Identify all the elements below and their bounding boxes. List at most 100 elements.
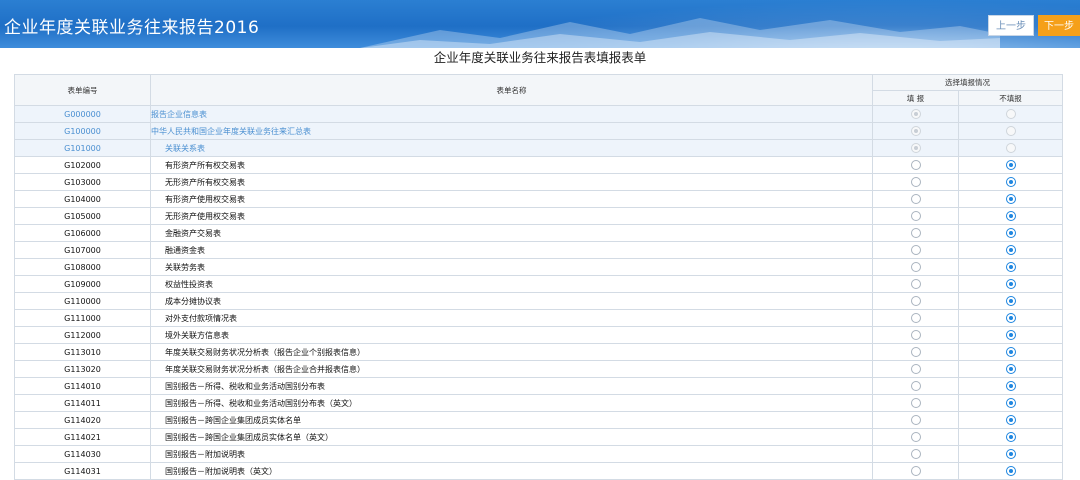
fill-radio-cell [872,377,959,395]
table-row: G103000 无形资产所有权交易表 [14,173,1063,191]
not-fill-radio[interactable] [1005,279,1016,289]
fill-radio[interactable] [910,449,921,459]
form-code-cell: G104000 [14,190,151,208]
form-name-cell: 年度关联交易财务状况分析表（报告企业合并报表信息） [150,360,873,378]
fill-radio[interactable] [910,228,921,238]
not-fill-radio[interactable] [1005,296,1016,306]
not-fill-radio[interactable] [1005,347,1016,357]
table-row: G105000 无形资产使用权交易表 [14,207,1063,225]
form-name-cell: 成本分摊协议表 [150,292,873,310]
form-name-cell: 国别报告－附加说明表 [150,445,873,463]
fill-radio-cell [872,428,959,446]
header-not-fill: 不填报 [958,90,1063,106]
not-fill-radio-cell [958,343,1063,361]
form-code-cell: G106000 [14,224,151,242]
form-code-cell: G114030 [14,445,151,463]
fill-radio[interactable] [910,245,921,255]
fill-radio[interactable] [910,347,921,357]
not-fill-radio-cell [958,309,1063,327]
fill-radio [910,126,921,136]
form-code-cell: G109000 [14,275,151,293]
fill-radio[interactable] [910,262,921,272]
fill-radio[interactable] [910,211,921,221]
header-mountain-graphic [360,18,1000,48]
table-row: G104000 有形资产使用权交易表 [14,190,1063,208]
not-fill-radio[interactable] [1005,449,1016,459]
not-fill-radio[interactable] [1005,330,1016,340]
form-name-cell: 国别报告－跨国企业集团成员实体名单（英文） [150,428,873,446]
form-code-cell: G114020 [14,411,151,429]
not-fill-radio[interactable] [1005,262,1016,272]
fill-radio-cell [872,173,959,191]
not-fill-radio[interactable] [1005,228,1016,238]
not-fill-radio[interactable] [1005,313,1016,323]
fill-radio[interactable] [910,432,921,442]
not-fill-radio[interactable] [1005,466,1016,476]
not-fill-radio[interactable] [1005,381,1016,391]
fill-radio[interactable] [910,364,921,374]
not-fill-radio-cell [958,173,1063,191]
not-fill-radio[interactable] [1005,245,1016,255]
form-name-cell[interactable]: 中华人民共和国企业年度关联业务往来汇总表 [150,122,873,140]
fill-radio-cell [872,122,959,140]
form-name-cell: 对外支付款项情况表 [150,309,873,327]
not-fill-radio-cell [958,190,1063,208]
form-code-cell: G114010 [14,377,151,395]
form-name-cell: 金融资产交易表 [150,224,873,242]
prev-step-button[interactable]: 上一步 [988,15,1034,36]
form-name-cell[interactable]: 关联关系表 [150,139,873,157]
form-name-cell: 年度关联交易财务状况分析表（报告企业个别报表信息） [150,343,873,361]
header-fill: 填 报 [872,90,959,106]
fill-radio[interactable] [910,381,921,391]
fill-radio[interactable] [910,466,921,476]
not-fill-radio[interactable] [1005,194,1016,204]
not-fill-radio-cell [958,105,1063,123]
fill-radio-cell [872,326,959,344]
not-fill-radio[interactable] [1005,432,1016,442]
not-fill-radio-cell [958,360,1063,378]
not-fill-radio[interactable] [1005,211,1016,221]
fill-radio[interactable] [910,160,921,170]
fill-radio[interactable] [910,313,921,323]
form-name-cell[interactable]: 报告企业信息表 [150,105,873,123]
fill-radio[interactable] [910,177,921,187]
app-title: 企业年度关联业务往来报告2016 [4,18,260,38]
form-code-cell[interactable]: G100000 [14,122,151,140]
form-code-cell: G113020 [14,360,151,378]
fill-radio[interactable] [910,296,921,306]
table-row: G113020 年度关联交易财务状况分析表（报告企业合并报表信息） [14,360,1063,378]
fill-radio[interactable] [910,330,921,340]
form-code-cell[interactable]: G000000 [14,105,151,123]
not-fill-radio-cell [958,241,1063,259]
fill-radio-cell [872,241,959,259]
form-code-cell: G114021 [14,428,151,446]
form-name-cell: 无形资产使用权交易表 [150,207,873,225]
fill-radio[interactable] [910,194,921,204]
not-fill-radio[interactable] [1005,177,1016,187]
fill-radio-cell [872,275,959,293]
table-row: G114020 国别报告－跨国企业集团成员实体名单 [14,411,1063,429]
form-code-cell: G114031 [14,462,151,480]
not-fill-radio-cell [958,139,1063,157]
not-fill-radio[interactable] [1005,398,1016,408]
table-row: G106000 金融资产交易表 [14,224,1063,242]
fill-radio[interactable] [910,415,921,425]
not-fill-radio[interactable] [1005,364,1016,374]
fill-radio[interactable] [910,398,921,408]
form-name-cell: 国别报告－附加说明表（英文） [150,462,873,480]
not-fill-radio-cell [958,377,1063,395]
fill-radio [910,109,921,119]
fill-radio-cell [872,207,959,225]
table-row: G114030 国别报告－附加说明表 [14,445,1063,463]
table-row: G102000 有形资产所有权交易表 [14,156,1063,174]
form-code-cell: G111000 [14,309,151,327]
form-code-cell[interactable]: G101000 [14,139,151,157]
table-row: G000000 报告企业信息表 [14,105,1063,123]
not-fill-radio[interactable] [1005,160,1016,170]
not-fill-radio[interactable] [1005,415,1016,425]
next-step-button[interactable]: 下一步 [1038,15,1080,36]
table-row: G114011 国别报告－所得、税收和业务活动国别分布表（英文） [14,394,1063,412]
fill-radio[interactable] [910,279,921,289]
not-fill-radio-cell [958,156,1063,174]
table-row: G110000 成本分摊协议表 [14,292,1063,310]
